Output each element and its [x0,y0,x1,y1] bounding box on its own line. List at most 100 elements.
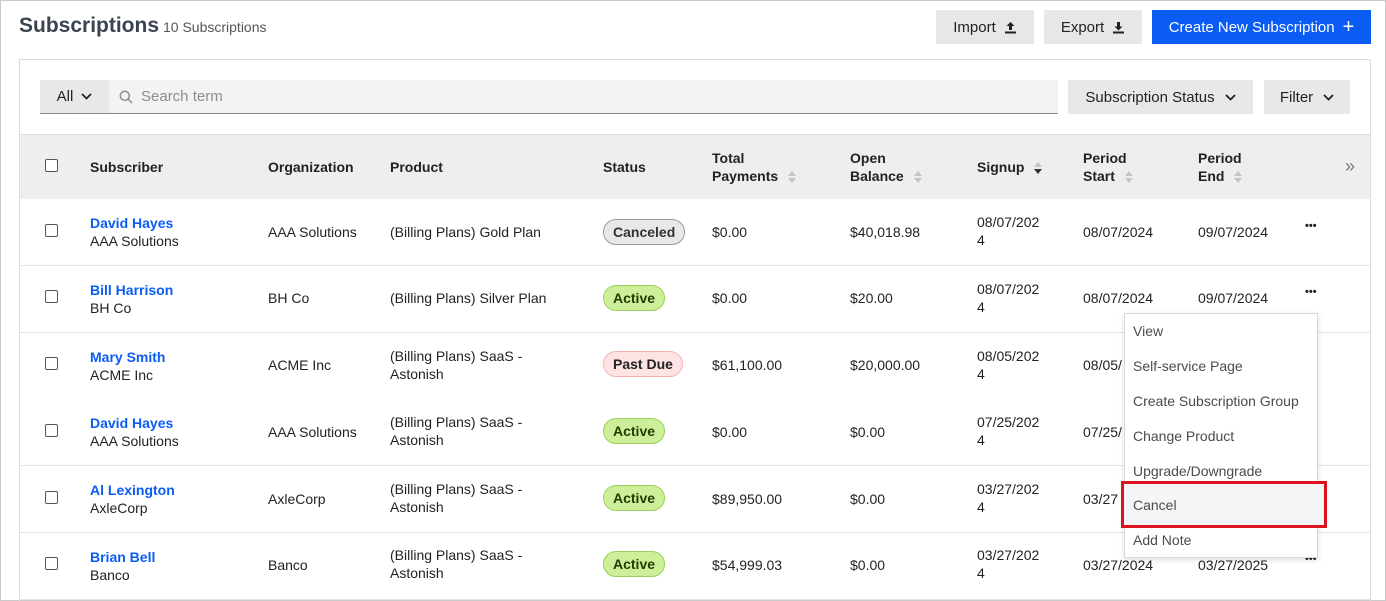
row-checkbox[interactable] [45,290,58,303]
subscriber-link[interactable]: David Hayes [90,414,179,432]
subscription-count: 10 Subscriptions [163,19,267,35]
signup-line1: 08/07/202 [977,214,1040,230]
export-button[interactable]: Export [1044,10,1142,44]
import-button[interactable]: Import [936,10,1034,44]
col-subscriber[interactable]: Subscriber [90,158,163,176]
col-organization[interactable]: Organization [268,158,354,176]
product-cell: (Billing Plans) SaaS - Astonish [390,413,522,449]
row-actions-icon[interactable]: ••• [1305,286,1317,298]
col-period-start[interactable]: Period Start [1083,149,1133,185]
menu-item-self-service-page[interactable]: Self-service Page [1133,358,1243,374]
period-end-cell: 09/07/2024 [1198,224,1269,240]
signup-line1: 08/05/202 [977,348,1040,364]
signup-cell: 03/27/202 4 [977,546,1039,582]
total-payments-cell: $0.00 [712,290,748,306]
product-cell: (Billing Plans) SaaS - Astonish [390,480,522,516]
row-checkbox[interactable] [45,424,58,437]
row-checkbox[interactable] [45,557,58,570]
scope-label: All [56,88,74,105]
subscriber-link[interactable]: Mary Smith [90,348,165,366]
organization-cell: AAA Solutions [268,424,357,440]
period-start-cell: 03/27 [1083,491,1119,507]
search-icon [119,90,133,104]
subscriber-cell: David Hayes AAA Solutions [90,214,179,250]
menu-item-change-product[interactable]: Change Product [1133,428,1234,444]
sort-icon [1124,171,1133,184]
col-open-balance-line1: Open [850,150,886,166]
product-cell: (Billing Plans) SaaS - Astonish [390,347,522,383]
period-start-cell: 07/25/ [1083,424,1122,440]
row-checkbox[interactable] [45,491,58,504]
col-signup[interactable]: Signup [977,158,1043,176]
signup-line2: 4 [977,299,985,315]
col-period-start-line2: Start [1083,168,1115,184]
subscription-status-dropdown[interactable]: Subscription Status [1068,80,1253,114]
search-input[interactable] [141,88,1021,105]
col-total-payments[interactable]: Total Payments [712,149,797,185]
open-balance-cell: $0.00 [850,424,886,440]
period-end-cell: 03/27/2025 [1198,557,1269,573]
menu-item-create-subscription-group[interactable]: Create Subscription Group [1133,393,1299,409]
open-balance-cell: $20,000.00 [850,357,921,373]
organization-cell: AAA Solutions [268,224,357,240]
signup-line2: 4 [977,565,985,581]
period-start-cell: 08/07/2024 [1083,290,1154,306]
col-open-balance-line2: Balance [850,168,904,184]
organization-cell: BH Co [268,290,310,306]
search-box [109,80,1058,114]
create-subscription-button[interactable]: Create New Subscription + [1152,10,1371,44]
subscriber-org: Banco [90,567,130,583]
subscriber-cell: Brian Bell Banco [90,548,155,584]
subscriber-link[interactable]: Al Lexington [90,481,175,499]
total-payments-cell: $0.00 [712,224,748,240]
col-product[interactable]: Product [390,158,443,176]
col-total-payments-line1: Total [712,150,745,166]
menu-item-add-note[interactable]: Add Note [1133,532,1191,548]
product-cell: (Billing Plans) Silver Plan [390,290,547,306]
period-end-cell: 09/07/2024 [1198,290,1269,306]
subscriber-cell: Bill Harrison BH Co [90,281,173,317]
open-balance-cell: $0.00 [850,557,886,573]
chevron-down-icon [1323,93,1334,101]
signup-line1: 08/07/202 [977,281,1040,297]
period-start-cell: 08/07/2024 [1083,224,1154,240]
subscriber-link[interactable]: Bill Harrison [90,281,173,299]
row-checkbox[interactable] [45,357,58,370]
subscriber-link[interactable]: David Hayes [90,214,179,232]
col-status[interactable]: Status [603,158,646,176]
product-line2: Astonish [390,366,444,382]
filter-dropdown[interactable]: Filter [1264,80,1350,114]
menu-item-upgrade-downgrade[interactable]: Upgrade/Downgrade [1133,463,1262,479]
product-line2: Astonish [390,432,444,448]
signup-cell: 08/07/202 4 [977,280,1039,316]
product-line2: Astonish [390,499,444,515]
status-badge: Active [603,285,666,311]
select-all-checkbox[interactable] [45,159,58,172]
chevron-down-icon [81,93,92,100]
col-open-balance[interactable]: Open Balance [850,149,922,185]
subscriber-link[interactable]: Brian Bell [90,548,155,566]
scope-dropdown[interactable]: All [40,80,109,114]
product-line1: (Billing Plans) SaaS - [390,547,523,563]
col-period-start-line1: Period [1083,150,1127,166]
signup-line1: 03/27/202 [977,481,1040,497]
table-row[interactable]: David Hayes AAA Solutions AAA Solutions … [20,199,1370,266]
subscriber-org: ACME Inc [90,367,154,383]
download-icon [1113,21,1125,33]
status-badge: Active [603,485,666,511]
sort-icon [788,171,797,184]
period-start-cell: 08/05/ [1083,357,1122,373]
col-period-end[interactable]: Period End [1198,149,1243,185]
signup-line2: 4 [977,232,985,248]
upload-icon [1004,21,1016,33]
create-label: Create New Subscription [1168,18,1335,36]
menu-item-view[interactable]: View [1133,323,1163,339]
expand-columns-icon[interactable]: » [1345,156,1355,177]
menu-item-cancel[interactable]: Cancel [1133,497,1177,513]
row-actions-icon[interactable]: ••• [1305,220,1317,232]
row-checkbox[interactable] [45,224,58,237]
subscriber-cell: Al Lexington AxleCorp [90,481,175,517]
product-cell: (Billing Plans) SaaS - Astonish [390,546,522,582]
col-total-payments-line2: Payments [712,168,779,184]
organization-cell: ACME Inc [268,357,332,373]
